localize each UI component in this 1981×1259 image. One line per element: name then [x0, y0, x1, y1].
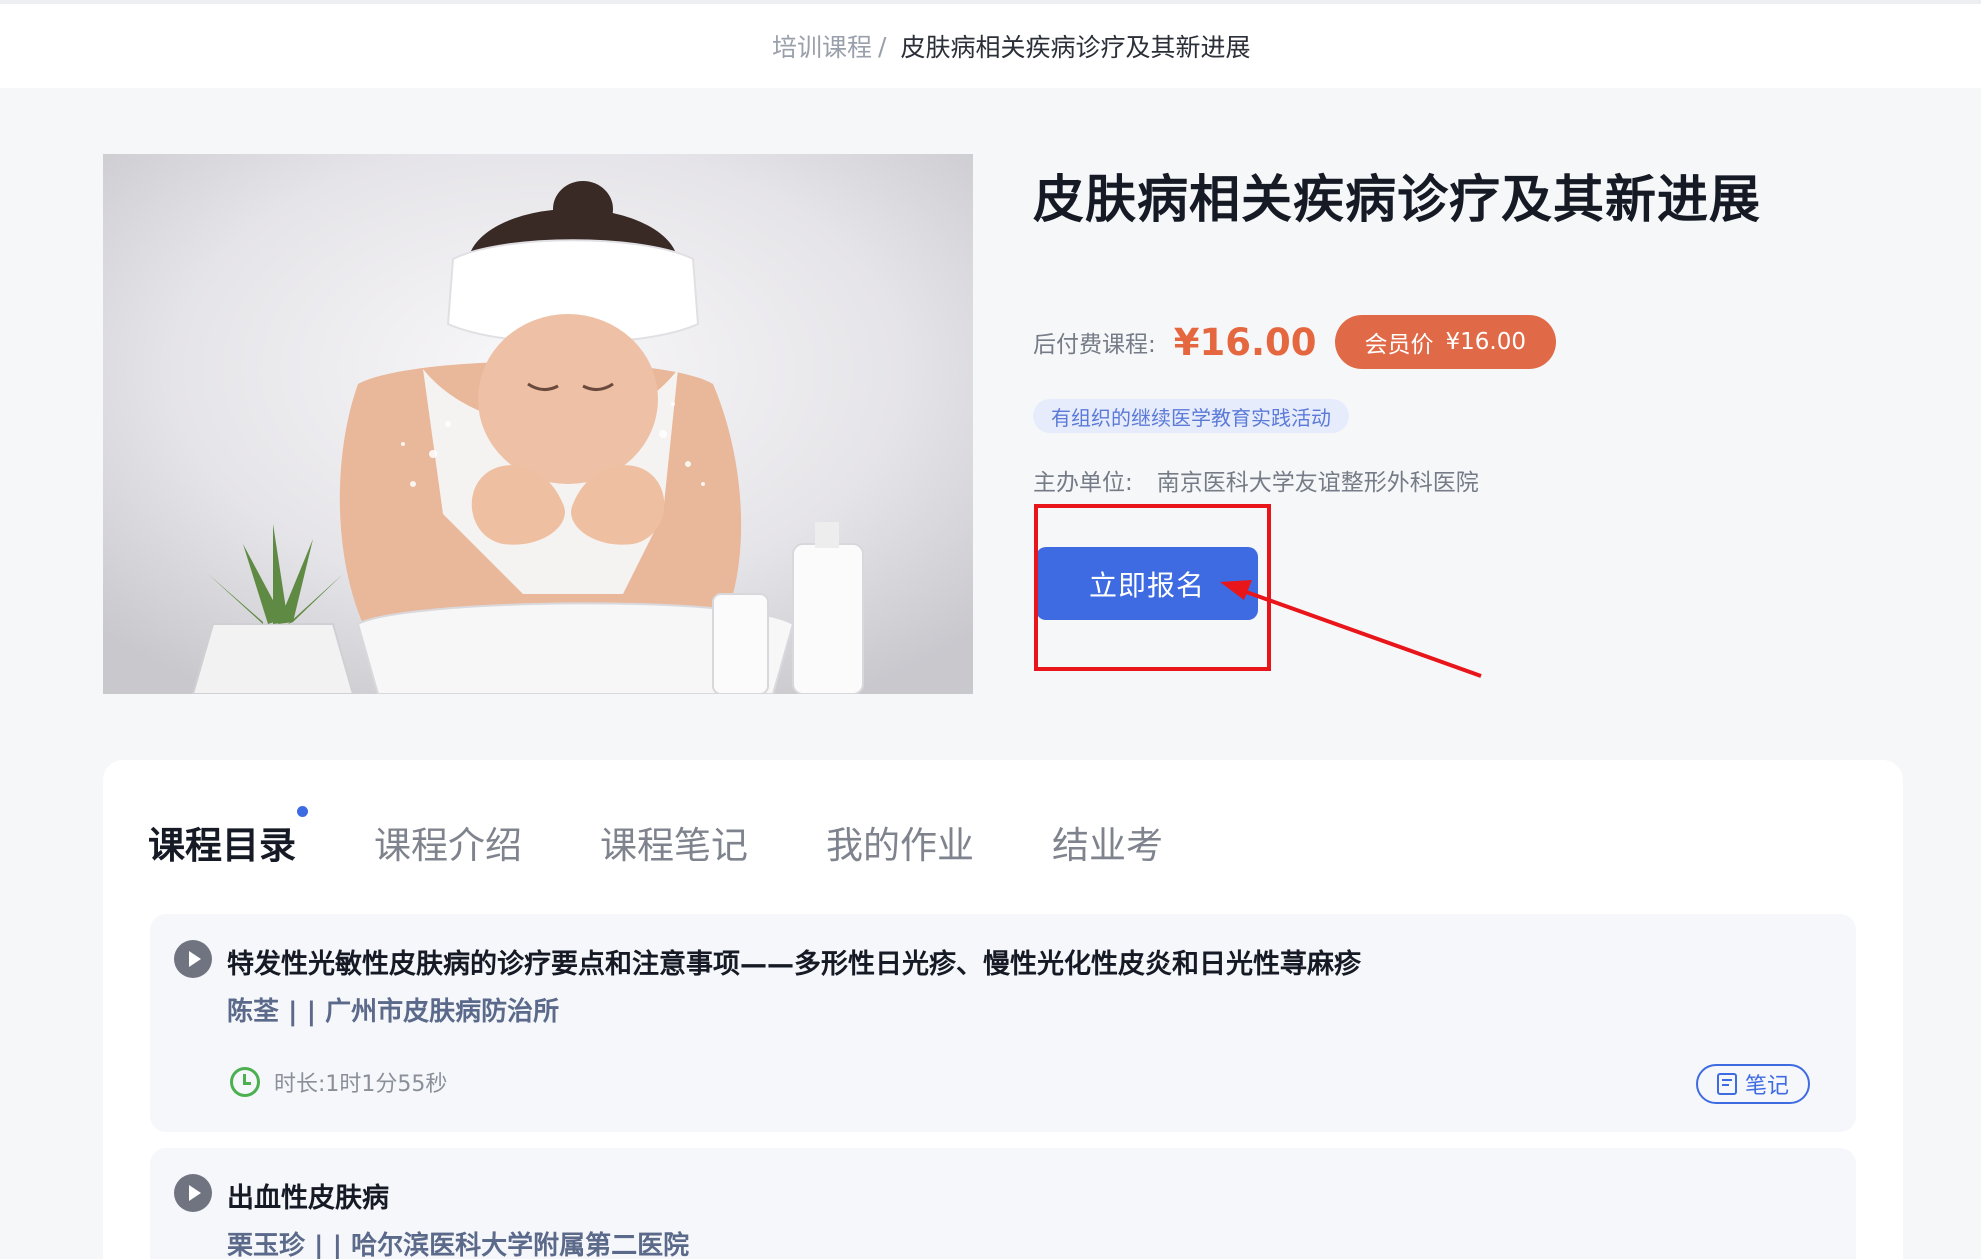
tab-catalog[interactable]: 课程目录	[148, 815, 296, 879]
lesson-title[interactable]: 特发性光敏性皮肤病的诊疗要点和注意事项——多形性日光疹、慢性光化性皮炎和日光性荨…	[227, 942, 1361, 981]
course-cover-image	[103, 154, 973, 694]
member-price-badge: 会员价 ¥16.00	[1334, 315, 1557, 369]
breadcrumb-current: 皮肤病相关疾病诊疗及其新进展	[900, 33, 1251, 62]
lesson-duration: 时长: 1时1分55秒	[230, 1066, 447, 1098]
arrow-line	[1237, 587, 1482, 678]
play-icon[interactable]	[174, 940, 212, 978]
lesson-lecturer: 陈荃 | | 广州市皮肤病防治所	[227, 997, 560, 1027]
note-button[interactable]: 笔记	[1696, 1064, 1810, 1104]
note-button-label: 笔记	[1744, 1074, 1789, 1099]
active-tab-dot	[297, 806, 308, 817]
organizer-value: 南京医科大学友谊整形外科医院	[1156, 470, 1479, 496]
lesson-title[interactable]: 出血性皮肤病	[227, 1176, 389, 1215]
breadcrumb: 培训课程 / 皮肤病相关疾病诊疗及其新进展	[772, 28, 1250, 64]
breadcrumb-separator: /	[878, 31, 887, 61]
enroll-button[interactable]: 立即报名	[1036, 547, 1258, 620]
cme-activity-tag: 有组织的继续医学教育实践活动	[1033, 399, 1349, 433]
price-label: 后付费课程:	[1033, 332, 1156, 358]
member-price-value: ¥16.00	[1445, 329, 1527, 355]
lesson-item[interactable]: 特发性光敏性皮肤病的诊疗要点和注意事项——多形性日光疹、慢性光化性皮炎和日光性荨…	[150, 914, 1856, 1132]
note-icon	[1716, 1073, 1737, 1095]
play-icon[interactable]	[174, 1174, 212, 1212]
duration-label: 时长:	[274, 1072, 326, 1097]
woman-washing-face-illustration	[103, 154, 973, 694]
tab-homework[interactable]: 我的作业	[826, 815, 974, 869]
tab-notes[interactable]: 课程笔记	[600, 815, 748, 869]
breadcrumb-parent-link[interactable]: 培训课程	[772, 28, 872, 64]
course-title: 皮肤病相关疾病诊疗及其新进展	[1033, 171, 1762, 230]
duration-value: 1时1分55秒	[325, 1072, 448, 1097]
course-tabs: 课程目录 课程介绍 课程笔记 我的作业 结业考	[148, 812, 1241, 879]
clock-icon	[230, 1067, 260, 1097]
member-price-label: 会员价	[1364, 332, 1434, 358]
price-row: 后付费课程: ¥16.00 会员价 ¥16.00	[1033, 314, 1557, 370]
lesson-lecturer: 栗玉珍 | | 哈尔滨医科大学附属第二医院	[227, 1231, 690, 1259]
organizer-label: 主办单位:	[1033, 470, 1133, 496]
lesson-item[interactable]: 出血性皮肤病 栗玉珍 | | 哈尔滨医科大学附属第二医院	[150, 1148, 1856, 1259]
organizer-row: 主办单位: 南京医科大学友谊整形外科医院	[1033, 463, 1479, 497]
tab-final-exam[interactable]: 结业考	[1052, 815, 1163, 869]
price-value: ¥16.00	[1173, 320, 1317, 364]
tab-introduction[interactable]: 课程介绍	[374, 815, 522, 869]
